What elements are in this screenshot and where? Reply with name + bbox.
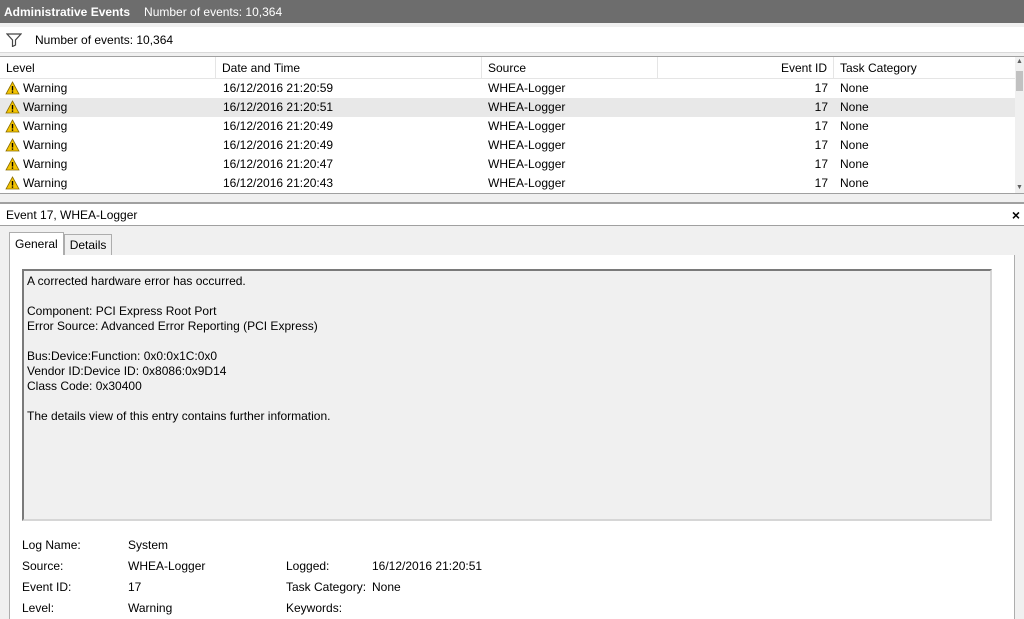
view-title: Administrative Events: [4, 4, 131, 19]
level-value: Warning: [128, 601, 173, 615]
table-row[interactable]: Warning 16/12/2016 21:20:49 WHEA-Logger …: [0, 136, 1024, 155]
header-event-count: Number of events: 10,364: [144, 4, 283, 19]
cell-task-category: None: [840, 176, 869, 190]
cell-task-category: None: [840, 100, 869, 114]
scroll-thumb[interactable]: [1016, 71, 1023, 91]
source-value: WHEA-Logger: [128, 559, 206, 573]
column-header-event-id[interactable]: Event ID: [658, 57, 834, 79]
table-row[interactable]: Warning 16/12/2016 21:20:43 WHEA-Logger …: [0, 174, 1024, 193]
description-line: Component: PCI Express Root Port: [27, 304, 217, 318]
cell-source: WHEA-Logger: [488, 138, 566, 152]
cell-event-id: 17: [814, 81, 828, 95]
cell-event-id: 17: [814, 176, 828, 190]
cell-level: Warning: [23, 138, 68, 152]
cell-source: WHEA-Logger: [488, 100, 566, 114]
table-row[interactable]: Warning 16/12/2016 21:20:47 WHEA-Logger …: [0, 155, 1024, 174]
filter-event-count: Number of events: 10,364: [35, 32, 174, 47]
detail-title: Event 17, WHEA-Logger: [6, 207, 138, 222]
cell-level: Warning: [23, 100, 68, 114]
detail-tabs: General Details: [9, 232, 113, 256]
event-description[interactable]: A corrected hardware error has occurred.…: [22, 269, 992, 521]
event-id-value: 17: [128, 580, 142, 594]
cell-task-category: None: [840, 119, 869, 133]
keywords-label: Keywords:: [286, 601, 343, 615]
cell-date: 16/12/2016 21:20:43: [223, 176, 334, 190]
description-line: Bus:Device:Function: 0x0:0x1C:0x0: [27, 349, 218, 363]
description-line: The details view of this entry contains …: [27, 409, 331, 423]
logged-value: 16/12/2016 21:20:51: [372, 559, 483, 573]
general-panel: A corrected hardware error has occurred.…: [9, 255, 1015, 619]
cell-level: Warning: [23, 157, 68, 171]
cell-date: 16/12/2016 21:20:49: [223, 119, 334, 133]
cell-event-id: 17: [814, 157, 828, 171]
cell-task-category: None: [840, 138, 869, 152]
filter-bar: Number of events: 10,364: [0, 27, 1024, 53]
column-header-date[interactable]: Date and Time: [216, 57, 482, 79]
column-header-task-category[interactable]: Task Category: [834, 57, 1016, 79]
cell-level: Warning: [23, 81, 68, 95]
cell-level: Warning: [23, 176, 68, 190]
cell-source: WHEA-Logger: [488, 119, 566, 133]
log-name-label: Log Name:: [22, 538, 81, 552]
table-row[interactable]: Warning 16/12/2016 21:20:49 WHEA-Logger …: [0, 117, 1024, 136]
event-id-label: Event ID:: [22, 580, 72, 594]
cell-event-id: 17: [814, 138, 828, 152]
description-line: Vendor ID:Device ID: 0x8086:0x9D14: [27, 364, 227, 378]
cell-event-id: 17: [814, 100, 828, 114]
list-scrollbar[interactable]: ▲ ▼: [1015, 57, 1024, 193]
cell-source: WHEA-Logger: [488, 81, 566, 95]
tab-general[interactable]: General: [9, 232, 64, 256]
description-line: Error Source: Advanced Error Reporting (…: [27, 319, 318, 333]
scroll-up-arrow-icon[interactable]: ▲: [1015, 57, 1024, 67]
source-label: Source:: [22, 559, 64, 573]
cell-source: WHEA-Logger: [488, 176, 566, 190]
list-header: Level Date and Time Source Event ID Task…: [0, 57, 1024, 79]
description-line: A corrected hardware error has occurred.: [27, 274, 246, 288]
cell-date: 16/12/2016 21:20:47: [223, 157, 334, 171]
title-bar: Administrative Events Number of events: …: [0, 0, 1024, 23]
level-label: Level:: [22, 601, 55, 615]
task-category-label: Task Category:: [286, 580, 367, 594]
table-row[interactable]: Warning 16/12/2016 21:20:59 WHEA-Logger …: [0, 79, 1024, 98]
filter-icon[interactable]: [3, 29, 25, 51]
column-header-level[interactable]: Level: [0, 57, 216, 79]
tab-details[interactable]: Details: [63, 234, 113, 256]
close-icon[interactable]: ×: [1012, 206, 1020, 224]
scroll-down-arrow-icon[interactable]: ▼: [1015, 183, 1024, 193]
cell-date: 16/12/2016 21:20:51: [223, 100, 334, 114]
cell-date: 16/12/2016 21:20:49: [223, 138, 334, 152]
cell-level: Warning: [23, 119, 68, 133]
logged-label: Logged:: [286, 559, 330, 573]
event-list: Level Date and Time Source Event ID Task…: [0, 56, 1024, 194]
cell-date: 16/12/2016 21:20:59: [223, 81, 334, 95]
cell-event-id: 17: [814, 119, 828, 133]
cell-task-category: None: [840, 157, 869, 171]
cell-source: WHEA-Logger: [488, 157, 566, 171]
detail-header: Event 17, WHEA-Logger ×: [0, 202, 1024, 226]
column-header-source[interactable]: Source: [482, 57, 658, 79]
task-category-value: None: [372, 580, 401, 594]
table-row[interactable]: Warning 16/12/2016 21:20:51 WHEA-Logger …: [0, 98, 1024, 117]
log-name-value: System: [128, 538, 169, 552]
description-line: Class Code: 0x30400: [27, 379, 142, 393]
cell-task-category: None: [840, 81, 869, 95]
